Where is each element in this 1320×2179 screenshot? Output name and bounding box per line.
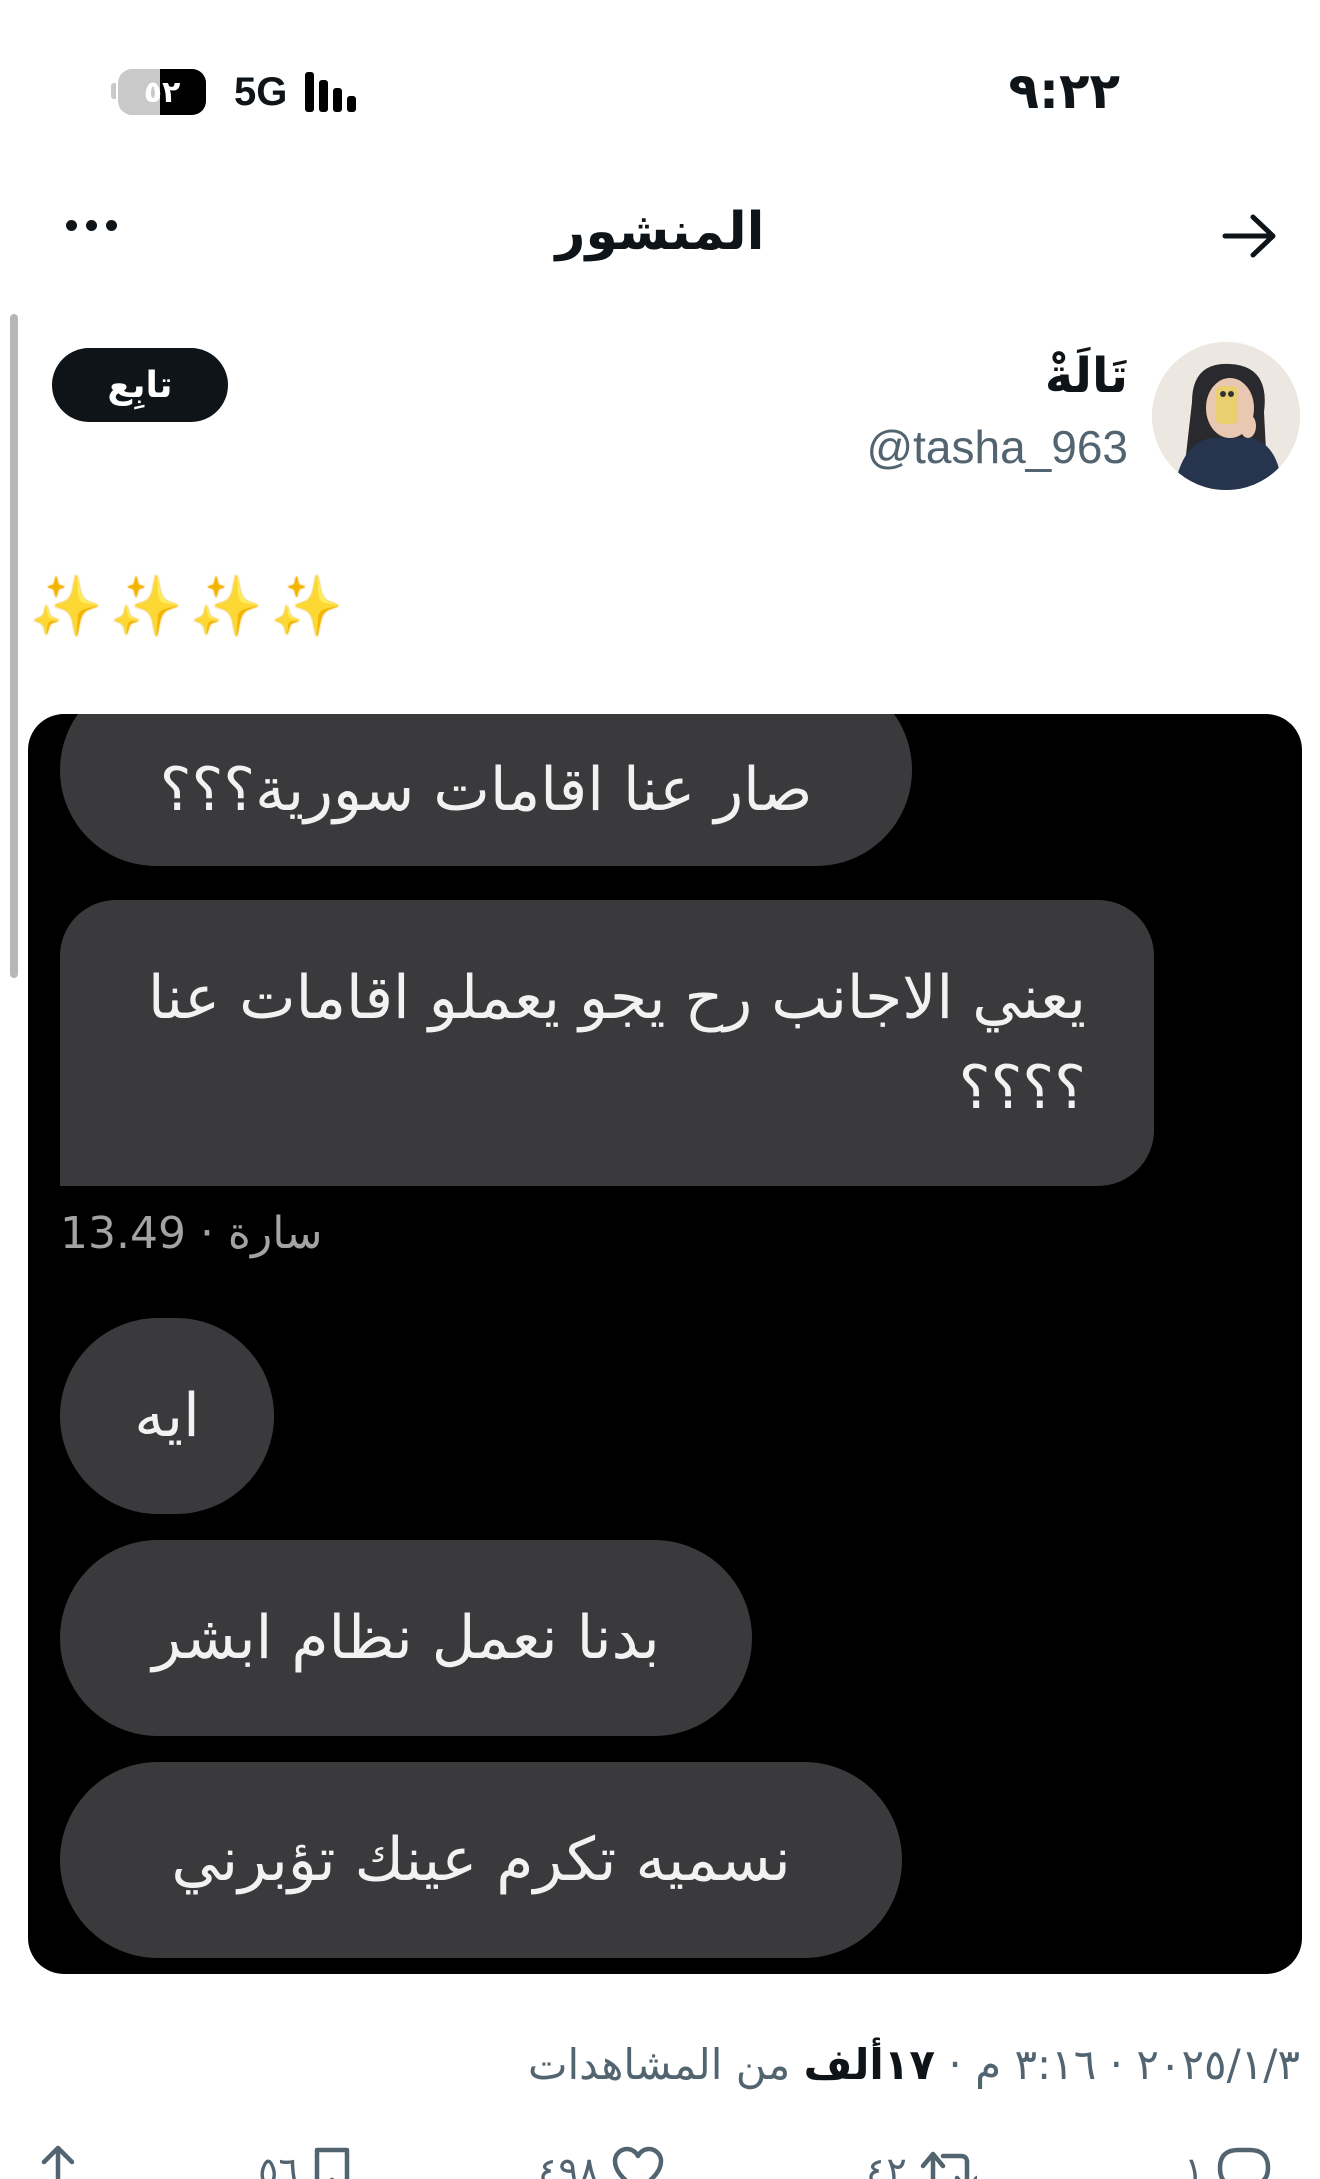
repost-button[interactable]: ٤٢	[866, 2146, 977, 2179]
battery-icon: ٥٢	[111, 68, 216, 116]
bookmark-icon	[314, 2147, 350, 2179]
chat-meta: 13.49 · سارة	[60, 1208, 323, 1259]
views-count[interactable]: ١٧ألف	[804, 2040, 935, 2089]
bookmark-count: ٥٦	[258, 2149, 299, 2179]
reply-count: ١	[1184, 2149, 1205, 2179]
post-time: ٣:١٦ م	[975, 2040, 1097, 2089]
network-type: 5G	[234, 69, 288, 114]
post-date: ٢٠٢٥/١/٣	[1136, 2040, 1300, 2089]
chat-bubble: صار عنا اقامات سورية؟؟؟	[60, 714, 912, 866]
like-icon	[612, 2146, 664, 2179]
header: المنشور	[0, 200, 1320, 270]
post-info: ٢٠٢٥/١/٣ · ٣:١٦ م · ١٧ألف من المشاهدات	[527, 2040, 1300, 2089]
share-icon	[41, 2145, 75, 2179]
author-handle[interactable]: @tasha_963	[866, 420, 1128, 474]
avatar[interactable]	[1152, 342, 1300, 490]
follow-button[interactable]: تابِع	[52, 348, 228, 422]
reply-button[interactable]: ١	[1184, 2146, 1272, 2179]
repost-icon	[920, 2151, 977, 2179]
scrollbar[interactable]	[10, 314, 18, 978]
author-name[interactable]: تَالَةْ	[1045, 348, 1128, 404]
post-page: ٩:٢٢ ٥٢ 5G المنشور تَالَةْ @tasha_963 تا…	[0, 0, 1320, 2179]
chat-bubble: بدنا نعمل نظام ابشر	[60, 1540, 752, 1736]
reply-icon	[1218, 2147, 1271, 2179]
like-button[interactable]: ٤٩٨	[538, 2146, 665, 2179]
more-button[interactable]	[66, 220, 117, 231]
like-count: ٤٩٨	[538, 2149, 600, 2179]
post-text: ✨✨✨✨	[30, 572, 351, 640]
views-label: من المشاهدات	[527, 2040, 791, 2089]
repost-count: ٤٢	[866, 2149, 907, 2179]
status-time: ٩:٢٢	[1008, 62, 1120, 120]
page-title: المنشور	[555, 202, 765, 262]
signal-icon	[305, 72, 357, 112]
action-bar: ٥٦ ٤٩٨ ٤٢ ١	[0, 2132, 1320, 2179]
chat-bubble: نسميه تكرم عينك تؤبرني	[60, 1762, 902, 1958]
post-image[interactable]: صار عنا اقامات سورية؟؟؟ يعني الاجانب رح …	[28, 714, 1302, 1974]
battery-level: ٥٢	[143, 74, 181, 110]
more-icon	[66, 220, 77, 231]
share-button[interactable]	[38, 2142, 78, 2179]
status-indicators: ٥٢ 5G	[111, 68, 357, 116]
chat-bubble: ايه	[60, 1318, 274, 1514]
bookmark-button[interactable]: ٥٦	[258, 2146, 353, 2179]
chat-bubble: يعني الاجانب رح يجو يعملو اقامات عنا ؟؟؟…	[60, 900, 1154, 1186]
